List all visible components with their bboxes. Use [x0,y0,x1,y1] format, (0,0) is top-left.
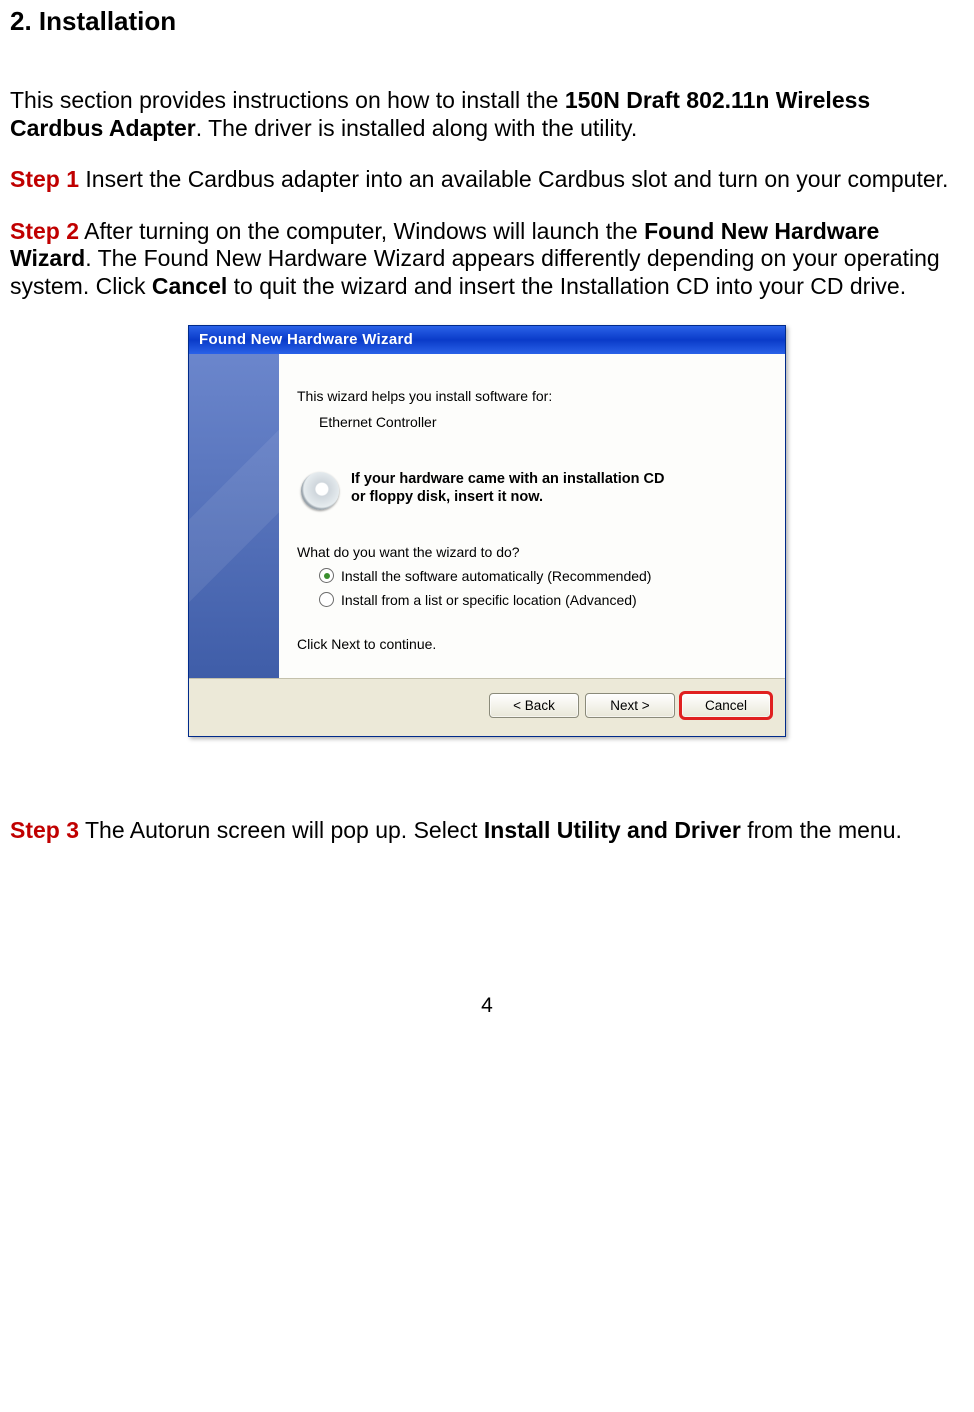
wizard-helps-line: This wizard helps you install software f… [297,388,767,404]
intro-prefix: This section provides instructions on ho… [10,87,565,113]
wizard-cd-line1: If your hardware came with an installati… [351,470,664,488]
wizard-question: What do you want the wizard to do? [297,544,767,560]
wizard-button-bar: < Back Next > Cancel [189,678,785,736]
wizard-cd-hint: If your hardware came with an installati… [301,470,767,510]
radio-unchecked-icon [319,592,334,607]
step-2-bold-2: Cancel [152,273,227,299]
next-button[interactable]: Next > [585,693,675,718]
wizard-title: Found New Hardware Wizard [199,331,413,348]
step-2-t1: After turning on the computer, Windows w… [79,218,644,244]
cd-icon [301,472,339,510]
wizard-cd-line2: or floppy disk, insert it now. [351,488,664,506]
step-1-paragraph: Step 1 Insert the Cardbus adapter into a… [10,166,964,194]
cancel-button[interactable]: Cancel [681,693,771,718]
wizard-content: This wizard helps you install software f… [279,354,785,678]
wizard-click-next: Click Next to continue. [297,636,767,652]
step-2-t3: to quit the wizard and insert the Instal… [227,273,906,299]
wizard-option-advanced-label: Install from a list or specific location… [341,592,637,608]
wizard-option-auto-label: Install the software automatically (Reco… [341,568,651,584]
wizard-titlebar[interactable]: Found New Hardware Wizard [189,326,785,354]
step-2-label: Step 2 [10,218,79,244]
intro-rest: . The driver is installed along with the… [196,115,637,141]
step-3-paragraph: Step 3 The Autorun screen will pop up. S… [10,817,964,845]
radio-checked-icon [319,568,334,583]
step-3-t2: from the menu. [741,817,902,843]
wizard-device-name: Ethernet Controller [319,414,767,430]
step-1-text: Insert the Cardbus adapter into an avail… [79,166,948,192]
back-button[interactable]: < Back [489,693,579,718]
step-3-t1: The Autorun screen will pop up. Select [79,817,484,843]
step-3-label: Step 3 [10,817,79,843]
section-heading: 2. Installation [10,6,964,37]
page-number: 4 [10,994,964,1018]
intro-paragraph: This section provides instructions on ho… [10,87,964,142]
found-new-hardware-wizard-window: Found New Hardware Wizard This wizard he… [188,325,786,737]
step-1-label: Step 1 [10,166,79,192]
step-3-bold-1: Install Utility and Driver [484,817,741,843]
wizard-side-graphic [189,354,279,678]
step-2-paragraph: Step 2 After turning on the computer, Wi… [10,218,964,301]
wizard-option-auto[interactable]: Install the software automatically (Reco… [319,568,767,584]
wizard-option-advanced[interactable]: Install from a list or specific location… [319,592,767,608]
